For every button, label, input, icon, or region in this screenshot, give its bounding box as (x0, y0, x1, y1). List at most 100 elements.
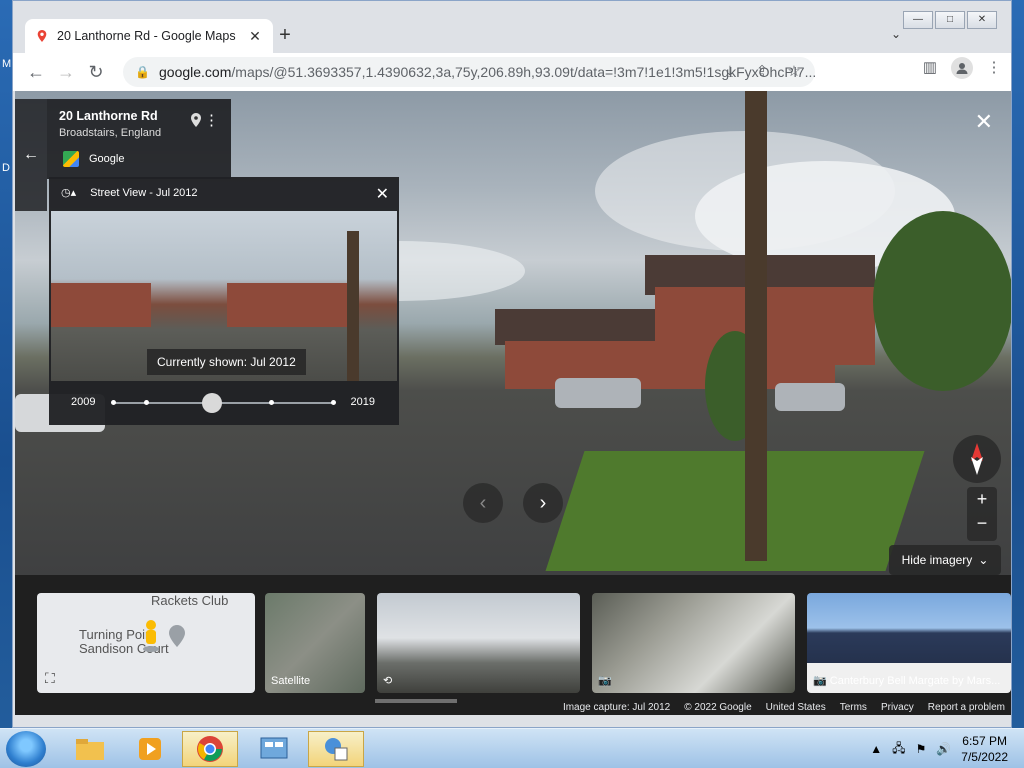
control-panel-icon[interactable] (246, 731, 302, 767)
place-photo-card[interactable]: 📷 Canterbury Bell Margate by Mars... (807, 593, 1011, 693)
address-card: 20 Lanthorne Rd Broadstairs, England ⋮ G… (47, 99, 231, 179)
window-controls: — □ ✕ (903, 11, 997, 29)
time-machine-title: Street View - Jul 2012 (90, 187, 198, 199)
tab-google-maps[interactable]: 20 Lanthorne Rd - Google Maps ✕ (25, 19, 273, 53)
more-options-icon[interactable]: ⋮ (204, 111, 219, 129)
clock[interactable]: 6:57 PM 7/5/2022 (961, 733, 1008, 765)
address-subtitle: Broadstairs, England (59, 127, 162, 139)
aerial-photo-card[interactable]: 📷 (592, 593, 795, 693)
time-machine-panel: ◷▴ Street View - Jul 2012 ✕ Currently sh… (49, 177, 399, 425)
image-capture-date: Image capture: Jul 2012 (562, 702, 671, 713)
region-link[interactable]: United States (766, 702, 826, 713)
forward-icon[interactable]: → (51, 57, 81, 87)
google-maps-favicon-icon (37, 30, 47, 42)
maximize-button[interactable]: □ (935, 11, 965, 29)
year-slider[interactable]: 2009 2019 (49, 381, 399, 425)
place-marker-icon (169, 625, 185, 647)
slider-thumb[interactable] (202, 393, 222, 413)
url-text: google.com/maps/@51.3693357,1.4390632,3a… (159, 64, 815, 80)
toolbar-right: ▥ ⋮ (921, 57, 1003, 79)
system-tray: ▲ 🖧 ⚑ 🔊 6:57 PM 7/5/2022 (870, 729, 1024, 768)
maps-content: ✕ ← 20 Lanthorne Rd Broadstairs, England… (15, 91, 1011, 715)
provider-row: Google (63, 151, 124, 167)
desktop-icon-label: D (2, 162, 10, 174)
location-pin-icon[interactable] (191, 113, 201, 127)
profile-avatar-icon[interactable] (951, 57, 973, 79)
reload-icon[interactable]: ↻ (81, 57, 111, 87)
provider-label: Google (89, 153, 125, 165)
slider-tick[interactable] (143, 400, 149, 405)
tab-title: 20 Lanthorne Rd - Google Maps (57, 29, 236, 43)
minimize-button[interactable]: — (903, 11, 933, 29)
zoom-control: + − (967, 487, 997, 541)
compass-icon[interactable] (953, 435, 1001, 483)
media-player-icon[interactable] (122, 731, 178, 767)
share-icon[interactable]: ⇪ (753, 63, 771, 81)
photo-caption: 📷 Canterbury Bell Margate by Mars... (813, 675, 1001, 687)
close-window-button[interactable]: ✕ (967, 11, 997, 29)
new-tab-button[interactable]: + (275, 25, 295, 45)
privacy-link[interactable]: Privacy (881, 702, 914, 713)
pano-nav-arrows: ‹ › (463, 483, 563, 523)
back-icon[interactable]: ← (21, 57, 51, 87)
pegman-icon[interactable] (141, 619, 161, 653)
zoom-out-icon[interactable]: − (967, 511, 997, 535)
currently-shown-tooltip: Currently shown: Jul 2012 (147, 349, 306, 375)
clock-date: 7/5/2022 (961, 750, 1008, 764)
slider-end-year: 2019 (350, 396, 375, 408)
side-panel-icon[interactable]: ▥ (921, 59, 939, 77)
street-view-thumbnail-card[interactable]: ⟲ (377, 593, 580, 693)
terms-link[interactable]: Terms (840, 702, 867, 713)
slider-tick[interactable] (330, 400, 336, 405)
satellite-label: Satellite (271, 675, 311, 687)
hide-imagery-button[interactable]: Hide imagery ⌄ (889, 545, 1001, 575)
start-button[interactable] (6, 731, 46, 767)
360-view-icon: ⟲ (383, 675, 393, 687)
lock-icon: 🔒 (135, 65, 150, 79)
historic-preview-image[interactable]: Currently shown: Jul 2012 (51, 211, 397, 381)
strip-scroll-indicator[interactable] (375, 699, 457, 703)
clock-time: 6:57 PM (962, 734, 1007, 748)
browser-toolbar: ← → ↻ 🔒 google.com/maps/@51.3693357,1.43… (13, 53, 1011, 91)
time-machine-header: ◷▴ Street View - Jul 2012 ✕ (49, 177, 399, 209)
desktop-icon-label: M (2, 58, 12, 70)
slider-track[interactable] (110, 393, 336, 413)
fullscreen-icon[interactable]: ⛶ (45, 670, 55, 687)
camera-icon: 📷 (598, 675, 612, 687)
taskbar: ▲ 🖧 ⚑ 🔊 6:57 PM 7/5/2022 (0, 728, 1024, 768)
omnibox-actions: ⤓ ⇪ ☆ (721, 63, 803, 81)
slider-tick[interactable] (268, 400, 274, 405)
tab-strip: 20 Lanthorne Rd - Google Maps ✕ + ⌄ — □ … (13, 1, 1011, 53)
report-problem-link[interactable]: Report a problem (928, 702, 1005, 713)
maps-footer: Image capture: Jul 2012 © 2022 Google Un… (563, 702, 1005, 713)
slider-start-year: 2009 (71, 396, 96, 408)
next-arrow-icon[interactable]: › (523, 483, 563, 523)
show-hidden-icons-icon[interactable]: ▲ (870, 742, 882, 756)
chrome-icon[interactable] (182, 731, 238, 767)
history-clock-icon[interactable]: ◷▴ (61, 185, 76, 201)
close-street-view-icon[interactable]: ✕ (975, 109, 993, 135)
imagery-strip: Rackets Club Turning Point Sandison Cour… (15, 575, 1011, 715)
google-maps-logo-icon (63, 151, 79, 167)
slider-tick[interactable] (110, 400, 116, 405)
close-time-machine-icon[interactable]: ✕ (376, 184, 389, 204)
browser-window: 20 Lanthorne Rd - Google Maps ✕ + ⌄ — □ … (12, 0, 1012, 728)
zoom-in-icon[interactable]: + (967, 487, 997, 511)
bookmark-star-icon[interactable]: ☆ (785, 63, 803, 81)
installer-icon[interactable] (308, 731, 364, 767)
address-bar[interactable]: 🔒 google.com/maps/@51.3693357,1.4390632,… (123, 57, 815, 87)
satellite-thumbnail-card[interactable]: Satellite (265, 593, 365, 693)
back-arrow-icon[interactable]: ← (15, 99, 47, 211)
network-icon[interactable]: 🖧 (892, 739, 905, 760)
tab-close-icon[interactable]: ✕ (247, 28, 263, 45)
chevron-down-icon: ⌄ (978, 553, 989, 567)
tab-search-icon[interactable]: ⌄ (891, 27, 901, 41)
copyright: © 2022 Google (684, 702, 752, 713)
menu-kebab-icon[interactable]: ⋮ (985, 59, 1003, 77)
install-icon[interactable]: ⤓ (721, 63, 739, 81)
prev-arrow-icon[interactable]: ‹ (463, 483, 503, 523)
volume-icon[interactable]: 🔊 (936, 742, 951, 756)
action-center-flag-icon[interactable]: ⚑ (916, 742, 927, 756)
file-explorer-icon[interactable] (62, 731, 118, 767)
map-thumbnail-card[interactable]: Rackets Club Turning Point Sandison Cour… (37, 593, 255, 693)
